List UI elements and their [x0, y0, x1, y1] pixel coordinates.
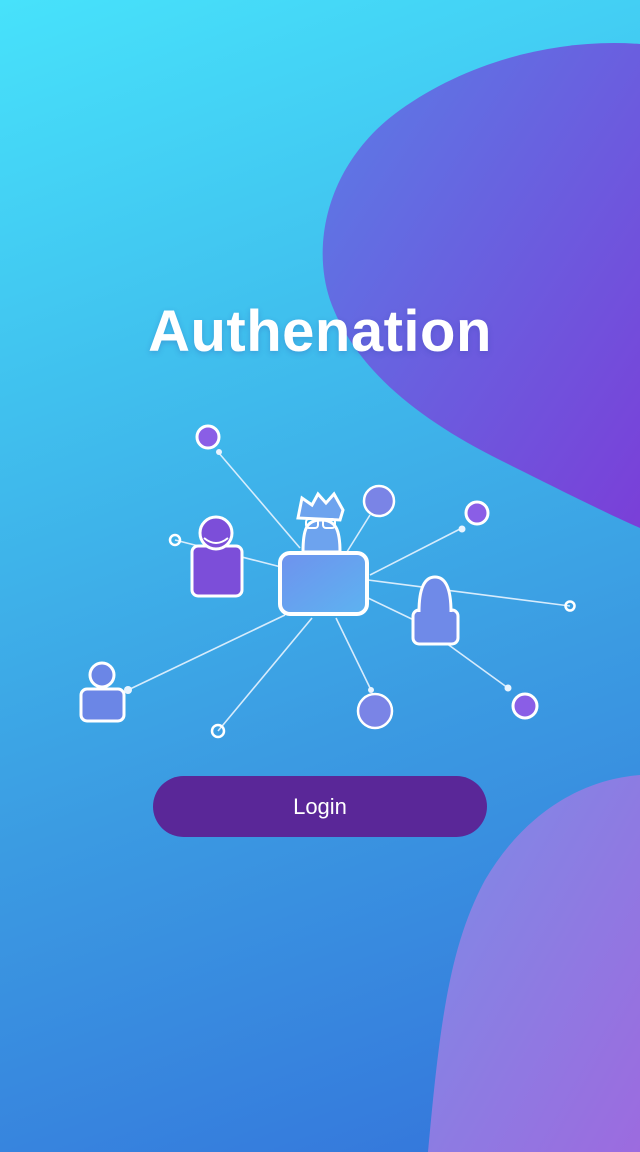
user-network-illustration — [79, 424, 576, 739]
person-icon — [79, 661, 126, 723]
person-icon — [278, 491, 369, 616]
login-button[interactable]: Login — [153, 776, 487, 837]
auth-screen: Authenation Login — [0, 0, 640, 1152]
person-icon — [190, 515, 244, 598]
app-title: Authenation — [148, 299, 492, 364]
